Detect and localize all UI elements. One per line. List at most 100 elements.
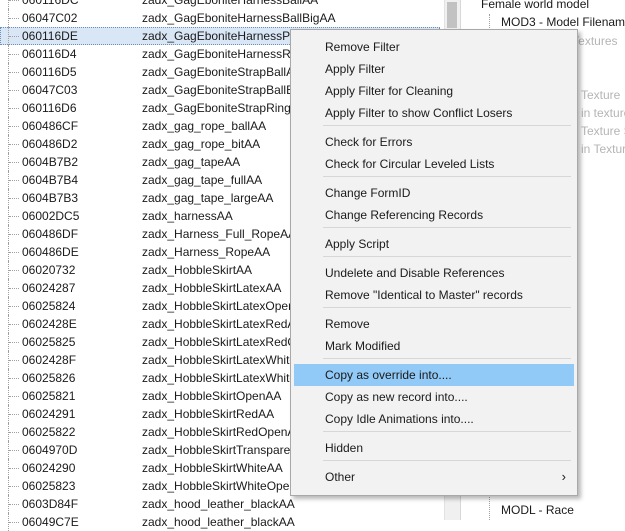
menu-item-label: Remove Filter: [325, 40, 400, 54]
tree-connector: [8, 477, 19, 495]
menu-item-other[interactable]: Other ›: [294, 466, 574, 488]
form-id-cell: 060116D5: [22, 65, 77, 79]
form-id-cell: 06002DC5: [22, 209, 80, 223]
menu-item-label: Copy as override into....: [325, 368, 452, 382]
tree-connector: [8, 351, 19, 369]
editor-id-cell: zadx_gag_tapeAA: [142, 155, 241, 169]
form-id-cell: 06020732: [22, 263, 76, 277]
tree-connector: [8, 387, 19, 405]
tree-connector: [8, 189, 19, 207]
menu-item-apply-script[interactable]: Apply Script: [294, 233, 574, 255]
form-id-cell: 06025821: [22, 389, 76, 403]
menu-separator: [323, 431, 571, 432]
chevron-right-icon: ›: [561, 469, 566, 484]
menu-item-label: Remove: [325, 317, 370, 331]
editor-id-cell: zadx_HobbleSkirtOpenAA: [142, 389, 282, 403]
editor-id-cell: zadx_harnessAA: [142, 209, 233, 223]
menu-item-label: Apply Script: [325, 237, 390, 251]
form-id-cell: 060116DE: [22, 29, 78, 43]
editor-id-cell: zadx_GagEboniteStrapRingAA: [142, 101, 307, 115]
editor-id-cell: zadx_HobbleSkirtRedOpenAA: [142, 425, 304, 439]
menu-item-label: Hidden: [325, 441, 364, 455]
editor-id-cell: zadx_gag_rope_ballAA: [142, 119, 267, 133]
form-id-cell: 06024287: [22, 281, 76, 295]
menu-item-mark-modified[interactable]: Mark Modified: [294, 335, 574, 357]
menu-item-copy-idle-animations-into[interactable]: Copy Idle Animations into....: [294, 408, 574, 430]
menu-item-label: Change FormID: [325, 186, 411, 200]
menu-item-check-for-circular-leveled-lists[interactable]: Check for Circular Leveled Lists: [294, 153, 574, 175]
panel-row: Texture Set: [581, 124, 625, 138]
tree-connector: [8, 9, 19, 27]
menu-item-label: Remove "Identical to Master" records: [325, 288, 523, 302]
tree-connector: [8, 135, 19, 153]
menu-item-remove[interactable]: Remove: [294, 313, 574, 335]
menu-item-apply-filter[interactable]: Apply Filter: [294, 58, 574, 80]
editor-id-cell: zadx_HobbleSkirtLatexRedAA: [142, 317, 304, 331]
table-row[interactable]: 060116DC zadx_GagEboniteHarnessBallAA: [0, 0, 440, 9]
tree-connector: [8, 315, 19, 333]
menu-separator: [323, 125, 571, 126]
editor-id-cell: zadx_HobbleSkirtLatexWhiteAA: [142, 353, 313, 367]
menu-item-label: Apply Filter: [325, 62, 386, 76]
menu-separator: [323, 227, 571, 228]
form-id-cell: 060116D4: [22, 47, 77, 61]
panel-row: Texture: [581, 88, 621, 102]
menu-item-hidden[interactable]: Hidden: [294, 437, 574, 459]
menu-separator: [323, 460, 571, 461]
menu-item-copy-as-new-record-into[interactable]: Copy as new record into....: [294, 386, 574, 408]
form-id-cell: 0603D84F: [22, 497, 79, 511]
panel-row: in Texture: [581, 142, 625, 156]
menu-item-label: Change Referencing Records: [325, 208, 484, 222]
editor-id-cell: zadx_hood_leather_blackAA: [142, 515, 295, 529]
editor-id-cell: zadx_HobbleSkirtWhiteOpenAA: [142, 479, 313, 493]
menu-item-apply-filter-to-show-conflict-losers[interactable]: Apply Filter to show Conflict Losers: [294, 102, 574, 124]
menu-item-label: Apply Filter for Cleaning: [325, 84, 454, 98]
form-id-cell: 06025823: [22, 479, 76, 493]
menu-item-label: Copy as new record into....: [325, 390, 468, 404]
editor-id-cell: zadx_HobbleSkirtLatexOpenAA: [142, 299, 311, 313]
editor-id-cell: zadx_gag_tape_fullAA: [142, 173, 263, 187]
menu-item-label: Undelete and Disable References: [325, 266, 505, 280]
editor-id-cell: zadx_HobbleSkirtWhiteAA: [142, 461, 283, 475]
tree-connector: [8, 225, 19, 243]
menu-separator: [323, 176, 571, 177]
editor-id-cell: zadx_GagEboniteHarnessBallBigAA: [142, 11, 336, 25]
table-row[interactable]: 0603D84F zadx_hood_leather_blackAA: [0, 495, 440, 513]
panel-row: MODL - Race: [501, 503, 574, 517]
menu-item-label: Check for Circular Leveled Lists: [325, 157, 495, 171]
tree-connector: [8, 495, 19, 513]
menu-item-change-referencing-records[interactable]: Change Referencing Records: [294, 204, 574, 226]
menu-separator: [323, 358, 571, 359]
menu-item-check-for-errors[interactable]: Check for Errors: [294, 131, 574, 153]
menu-item-change-formid[interactable]: Change FormID: [294, 182, 574, 204]
tree-connector: [8, 459, 19, 477]
tree-connector: [8, 0, 19, 9]
table-row[interactable]: 06047C02 zadx_GagEboniteHarnessBallBigAA: [0, 9, 440, 27]
menu-item-remove-filter[interactable]: Remove Filter: [294, 36, 574, 58]
tree-connector: [8, 153, 19, 171]
menu-item-apply-filter-for-cleaning[interactable]: Apply Filter for Cleaning: [294, 80, 574, 102]
menu-item-undelete-and-disable-references[interactable]: Undelete and Disable References: [294, 262, 574, 284]
menu-item-remove-identical-to-master-records[interactable]: Remove "Identical to Master" records: [294, 284, 574, 306]
tree-connector: [8, 261, 19, 279]
tree-connector: [8, 441, 19, 459]
menu-item-label: Check for Errors: [325, 135, 413, 149]
editor-id-cell: zadx_GagEboniteHarnessBallAA: [142, 0, 319, 7]
editor-id-cell: zadx_Harness_RopeAA: [142, 245, 271, 259]
menu-item-label: Mark Modified: [325, 339, 401, 353]
tree-connector: [8, 81, 19, 99]
menu-item-copy-as-override-into[interactable]: Copy as override into....: [294, 364, 574, 386]
menu-separator: [323, 256, 571, 257]
tree-connector: [8, 63, 19, 81]
form-id-cell: 06025824: [22, 299, 76, 313]
context-menu: Remove Filter Apply Filter Apply Filter fo…: [290, 29, 578, 496]
scrollbar-thumb[interactable]: [447, 2, 457, 28]
menu-item-label: Other: [325, 470, 356, 484]
panel-row: MOD3 - Model Filename: [501, 15, 625, 29]
table-row[interactable]: 06049C7E zadx_hood_leather_blackAA: [0, 513, 440, 531]
form-id-cell: 060486DF: [22, 227, 79, 241]
form-id-cell: 06047C02: [22, 11, 78, 25]
tree-connector: [8, 423, 19, 441]
form-id-cell: 06025826: [22, 371, 76, 385]
form-id-cell: 060486CF: [22, 119, 79, 133]
